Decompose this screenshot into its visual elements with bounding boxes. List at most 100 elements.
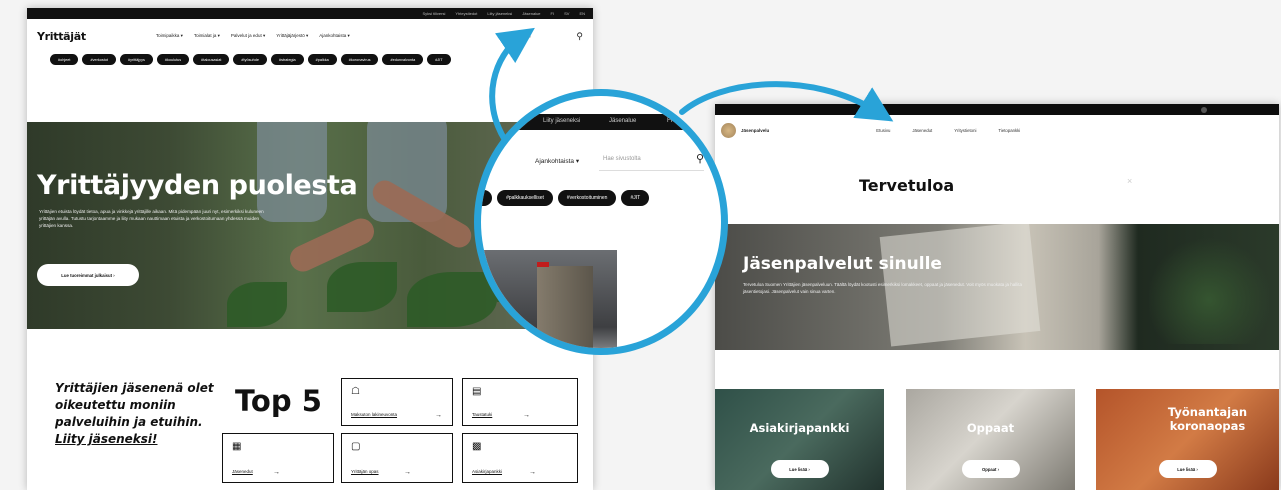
zoomed-search-placeholder: Hae sivustolta [603,156,641,162]
tag-pill[interactable]: #strategia [270,54,304,65]
zoomed-top-bar: Liity jäseneksi Jäsenalue FI [481,114,721,130]
top5-card[interactable]: ☖ Maksuton lakineuvonta → [341,378,453,426]
user-icon[interactable] [1201,107,1207,113]
portal-hero-text: Tervetuloa Suomen Yrittäjien jäsenpalvel… [743,282,1022,294]
tag-pill[interactable]: #koronavirus [340,54,379,65]
portal-hero-title: Jäsenpalvelut sinulle [743,254,942,274]
zoomed-member-area-link[interactable]: Jäsenalue [609,118,636,124]
zoomed-building-shape [537,266,593,348]
service-card[interactable]: Oppaat Oppaat › [906,389,1075,490]
welcome-title: Tervetuloa [859,176,955,195]
search-input[interactable]: Hae [523,34,531,39]
service-card[interactable]: Asiakirjapankki Lue lisää › [715,389,884,490]
service-card-button[interactable]: Lue lisää › [770,460,829,478]
portal-menu-item[interactable]: Yritystietoni [954,128,976,133]
main-navigation: Yrittäjät Toimipaikka ▾ Toimialat ja ▾ P… [27,19,593,53]
archive-icon: ▩ [472,441,482,452]
hero-text: Yrittäjien etuista löydät tietoa, apua j… [39,209,264,228]
tag-pill[interactable]: #verkostot [82,54,116,65]
language-en[interactable]: EN [579,11,585,16]
menu-item[interactable]: Palvelut ja edut ▾ [231,33,265,39]
service-card-button[interactable]: Lue lisää › [1158,460,1217,478]
portal-hero: Jäsenpalvelut sinulle Tervetuloa Suomen … [715,224,1279,350]
zoomed-tag-pill[interactable]: #pikakeksinnot [481,190,493,206]
benefits-icon: ▦ [232,441,242,452]
zoomed-tag-pill[interactable]: #JIT [621,190,650,206]
menu-item[interactable]: Toimialat ja ▾ [194,33,220,39]
document-icon: ▤ [472,386,482,397]
arrow-right-icon: → [435,412,442,419]
portal-navigation: Jäsenpalvelu Etusivu Jäsenedut Yritystie… [715,115,1279,145]
close-icon[interactable]: × [1127,176,1132,186]
portal-menu-item[interactable]: Jäsenedut [912,128,932,133]
top5-card-label: Yrittäjän opas [351,469,379,474]
hero-photo-shape [1149,234,1269,344]
tag-pill[interactable]: #palkka [307,54,337,65]
top5-card-label: Asiakirjapankki [472,469,503,474]
join-link[interactable]: Liity jäseneksi! [55,432,158,446]
tag-pill[interactable]: #työsuhde [233,54,267,65]
tag-list: #ohjeet #verkostot #yrittäjyys #koulutus… [27,54,593,65]
hero-button[interactable]: Lue tuoreimmat julkaisut › [37,264,139,286]
main-menu: Toimipaikka ▾ Toimialat ja ▾ Palvelut ja… [156,33,350,39]
service-card-title: Työnantajan koronaopas [1167,405,1248,433]
language-fi[interactable]: FI [551,11,555,16]
tag-pill[interactable]: #koulutus [156,54,190,65]
zoomed-tag-list: #pikakeksinnot #palkkaukselliset #verkos… [481,190,650,206]
service-card[interactable]: Työnantajan koronaopas Lue lisää › [1096,389,1279,490]
zoomed-tag-pill[interactable]: #palkkaukselliset [497,190,553,206]
topbar-link[interactable]: Yhteystiedot [455,11,477,16]
legal-icon: ☖ [351,386,360,397]
tag-pill[interactable]: #yrittäjyys [120,54,153,65]
portal-brand[interactable]: Jäsenpalvelu [741,128,769,133]
hero-title: Yrittäjyyden puolesta [37,170,358,201]
hero-photo-shape [327,262,397,312]
service-card-title: Oppaat [966,421,1015,435]
topbar-link[interactable]: Syksi tiliversi [422,11,445,16]
zoomed-search-input[interactable]: Hae sivustolta ⚲ [599,149,704,171]
language-sv[interactable]: SV [564,11,569,16]
portal-menu-item[interactable]: Etusivu [876,128,890,133]
search-icon[interactable]: ⚲ [696,152,704,165]
arrow-right-icon: → [529,469,536,476]
search-area[interactable]: Hae ⚲ [503,31,583,42]
arrow-right-icon: → [404,469,411,476]
top5-card[interactable]: ▤ Taustatuki → [462,378,578,426]
top5-card[interactable]: ▢ Yrittäjän opas → [341,433,453,483]
zoomed-language-fi[interactable]: FI [667,118,672,124]
site-logo[interactable]: Yrittäjät [37,30,86,43]
tag-pill[interactable]: #ohjeet [50,54,79,65]
topbar-link[interactable]: Jäsenalue [522,11,540,16]
stage: Syksi tiliversi Yhteystiedot Liity jäsen… [0,0,1281,490]
zoomed-join-link[interactable]: Liity jäseneksi [543,118,580,124]
top5-card[interactable]: ▩ Asiakirjapankki → [462,433,578,483]
tag-pill[interactable]: #JIT [427,54,451,65]
top5-card-label: Taustatuki [472,412,493,417]
arrow-right-icon: → [273,469,280,476]
zoom-magnifier: Liity jäseneksi Jäsenalue FI Ajankohtais… [474,89,728,355]
top-utility-bar: Syksi tiliversi Yhteystiedot Liity jäsen… [27,8,593,19]
tag-pill[interactable]: #edunvalvonta [382,54,424,65]
menu-item[interactable]: Toimipaikka ▾ [156,33,183,39]
service-card-button[interactable]: Oppaat › [961,460,1020,478]
search-icon[interactable]: ⚲ [576,31,583,42]
hero-photo-shape [227,282,287,327]
menu-item[interactable]: Ajankohtaista ▾ [319,33,350,39]
tag-pill[interactable]: #talousasiat [193,54,230,65]
zoomed-sign-shape [537,262,549,267]
portal-menu: Etusivu Jäsenedut Yritystietoni Tietopan… [876,128,1020,133]
top5-card-label: Maksuton lakineuvonta [351,412,398,417]
topbar-link[interactable]: Liity jäseneksi [487,11,512,16]
guide-icon: ▢ [351,441,361,452]
portal-menu-item[interactable]: Tietopankki [998,128,1020,133]
zoomed-menu-item[interactable]: Ajankohtaista ▾ [535,157,579,165]
member-promo-text: Yrittäjien jäsenenä olet oikeutettu moni… [55,381,214,429]
top5-card[interactable]: ▦ Jäsenedut → [222,433,334,483]
portal-top-bar [715,104,1279,115]
portal-logo[interactable] [721,122,736,138]
menu-item[interactable]: Yrittäjäjärjestö ▾ [276,33,308,39]
top5-title: Top 5 [235,384,322,418]
zoomed-tag-pill[interactable]: #verkostoituminen [557,190,617,206]
member-portal-screenshot-right: Jäsenpalvelu Etusivu Jäsenedut Yritystie… [715,104,1279,490]
service-card-title: Asiakirjapankki [749,421,850,435]
